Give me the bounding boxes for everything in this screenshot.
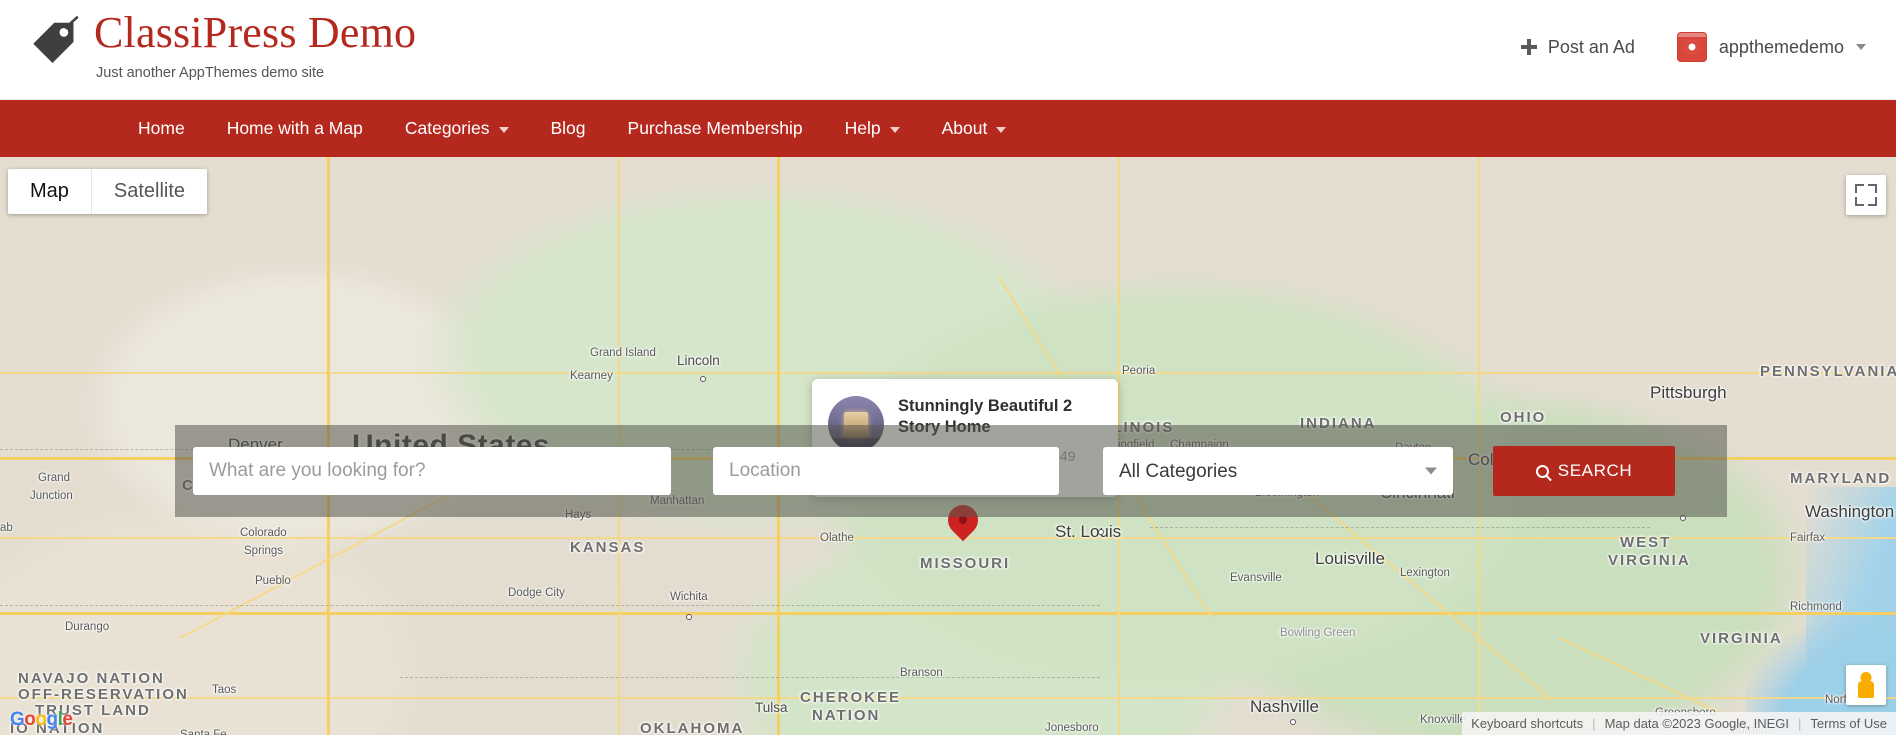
nav-item-purchase-membership[interactable]: Purchase Membership: [628, 118, 803, 139]
map-city-label: Junction: [30, 490, 73, 502]
map-city-label: St. Louis: [1055, 522, 1122, 541]
nav-item-home-with-a-map[interactable]: Home with a Map: [227, 118, 363, 139]
map-state-label: NAVAJO NATION: [18, 670, 165, 687]
chevron-down-icon: [1856, 44, 1866, 50]
map-city-label: Santa Fe: [180, 729, 227, 735]
chevron-down-icon: [889, 127, 900, 133]
search-location-input[interactable]: [713, 447, 1059, 495]
site-title: ClassiPress Demo: [94, 8, 417, 57]
site-header: ClassiPress Demo Just another AppThemes …: [0, 0, 1896, 100]
google-logo: Google: [10, 709, 73, 730]
map-attribution: Keyboard shortcuts | Map data ©2023 Goog…: [1462, 712, 1896, 735]
map-city-label: Dodge City: [508, 587, 565, 599]
map-city-label: Pueblo: [255, 575, 291, 587]
map-state-label: VIRGINIA: [1700, 630, 1783, 647]
user-name: appthemedemo: [1718, 36, 1844, 57]
avatar: [1676, 32, 1707, 62]
map-city-label: Peoria: [1122, 365, 1156, 377]
nav-label: Purchase Membership: [627, 118, 803, 138]
nav-item-help[interactable]: Help: [845, 118, 900, 139]
nav-item-blog[interactable]: Blog: [551, 118, 586, 139]
keyboard-shortcuts-link[interactable]: Keyboard shortcuts: [1471, 716, 1583, 731]
nav-label: About: [941, 118, 988, 138]
price-tag-icon: [33, 16, 79, 63]
chevron-down-icon: [498, 127, 509, 133]
chevron-down-icon: [996, 127, 1007, 133]
map-city-label: Evansville: [1230, 572, 1282, 584]
map-state-label: MISSOURI: [920, 555, 1011, 572]
search-submit-label: SEARCH: [1557, 461, 1633, 480]
map-type-satellite-button[interactable]: Satellite: [90, 169, 208, 214]
map-city-label: Washington: [1805, 502, 1895, 521]
map-city-label: Durango: [65, 621, 110, 633]
map-city-label: Knoxville: [1420, 714, 1467, 726]
map-city-label: Wichita: [670, 591, 708, 603]
map-city-label: Tulsa: [755, 700, 788, 715]
map-type-map-button[interactable]: Map: [8, 169, 91, 214]
header-actions: Post an Ad appthemedemo: [1520, 32, 1866, 62]
nav-item-categories[interactable]: Categories: [405, 118, 509, 139]
post-an-ad-button[interactable]: Post an Ad: [1520, 36, 1635, 58]
map-city-label: Fairfax: [1790, 532, 1826, 544]
site-brand[interactable]: ClassiPress Demo Just another AppThemes …: [28, 8, 416, 81]
map-viewport[interactable]: United States COLORADO KANSAS MISSOURI O…: [0, 157, 1896, 735]
main-navigation: Home Home with a Map Categories Blog Pur…: [0, 100, 1896, 157]
plus-icon: [1520, 39, 1537, 55]
map-type-control: Map Satellite: [8, 169, 208, 214]
map-city-label: Springs: [244, 545, 283, 557]
nav-label: Categories: [404, 118, 490, 138]
map-state-label: OFF-RESERVATION: [18, 686, 189, 703]
map-state-label: PENNSYLVANIA: [1760, 363, 1896, 380]
nav-item-about[interactable]: About: [942, 118, 1007, 139]
map-state-label: OKLAHOMA: [640, 720, 745, 735]
map-city-label: Grand: [38, 472, 70, 484]
map-state-label: NATION: [812, 707, 881, 724]
site-tagline: Just another AppThemes demo site: [96, 64, 325, 81]
map-city-label: Richmond: [1790, 601, 1842, 613]
page-root: ClassiPress Demo Just another AppThemes …: [0, 0, 1896, 735]
map-data-text: Map data ©2023 Google, INEGI: [1604, 716, 1790, 731]
map-city-label: Bowling Green: [1280, 627, 1356, 639]
map-city-label: Olathe: [820, 532, 854, 544]
post-an-ad-label: Post an Ad: [1547, 36, 1635, 57]
map-city-label: Louisville: [1315, 549, 1385, 568]
nav-item-home[interactable]: Home: [138, 118, 185, 139]
map-city-label: ab: [0, 522, 13, 534]
user-menu[interactable]: appthemedemo: [1676, 32, 1866, 62]
divider: |: [1592, 716, 1596, 731]
street-view-pegman-icon[interactable]: [1846, 665, 1886, 705]
map-state-label: WEST: [1620, 534, 1672, 551]
map-city-label: Kearney: [570, 370, 613, 382]
fullscreen-icon[interactable]: [1846, 175, 1886, 215]
nav-label: Home with a Map: [226, 118, 363, 138]
nav-label: Home: [138, 118, 185, 138]
nav-label: Blog: [550, 118, 586, 138]
map-city-label: Lincoln: [677, 353, 720, 368]
search-bar: All Categories SEARCH: [175, 425, 1727, 517]
map-city-label: Taos: [212, 684, 237, 696]
map-state-label: OHIO: [1500, 409, 1547, 426]
search-icon: [1535, 464, 1549, 478]
map-city-label: Jonesboro: [1045, 722, 1099, 734]
map-state-label: VIRGINIA: [1608, 552, 1691, 569]
map-city-label: Nashville: [1250, 697, 1319, 716]
map-city-label: Branson: [900, 667, 943, 679]
search-keyword-input[interactable]: [193, 447, 671, 495]
map-city-label: Colorado: [240, 527, 287, 539]
nav-label: Help: [844, 118, 881, 138]
search-category-wrap: All Categories: [1103, 447, 1453, 495]
divider: |: [1798, 716, 1802, 731]
search-category-select[interactable]: All Categories: [1103, 447, 1453, 495]
map-city-label: Grand Island: [590, 347, 656, 359]
map-city-label: Lexington: [1400, 567, 1450, 579]
map-state-label: KANSAS: [570, 539, 646, 556]
map-city-label: Pittsburgh: [1650, 383, 1727, 402]
search-submit-button[interactable]: SEARCH: [1493, 446, 1675, 496]
map-state-label: CHEROKEE: [800, 689, 902, 706]
map-state-label: MARYLAND: [1790, 470, 1892, 487]
terms-of-use-link[interactable]: Terms of Use: [1810, 716, 1887, 731]
